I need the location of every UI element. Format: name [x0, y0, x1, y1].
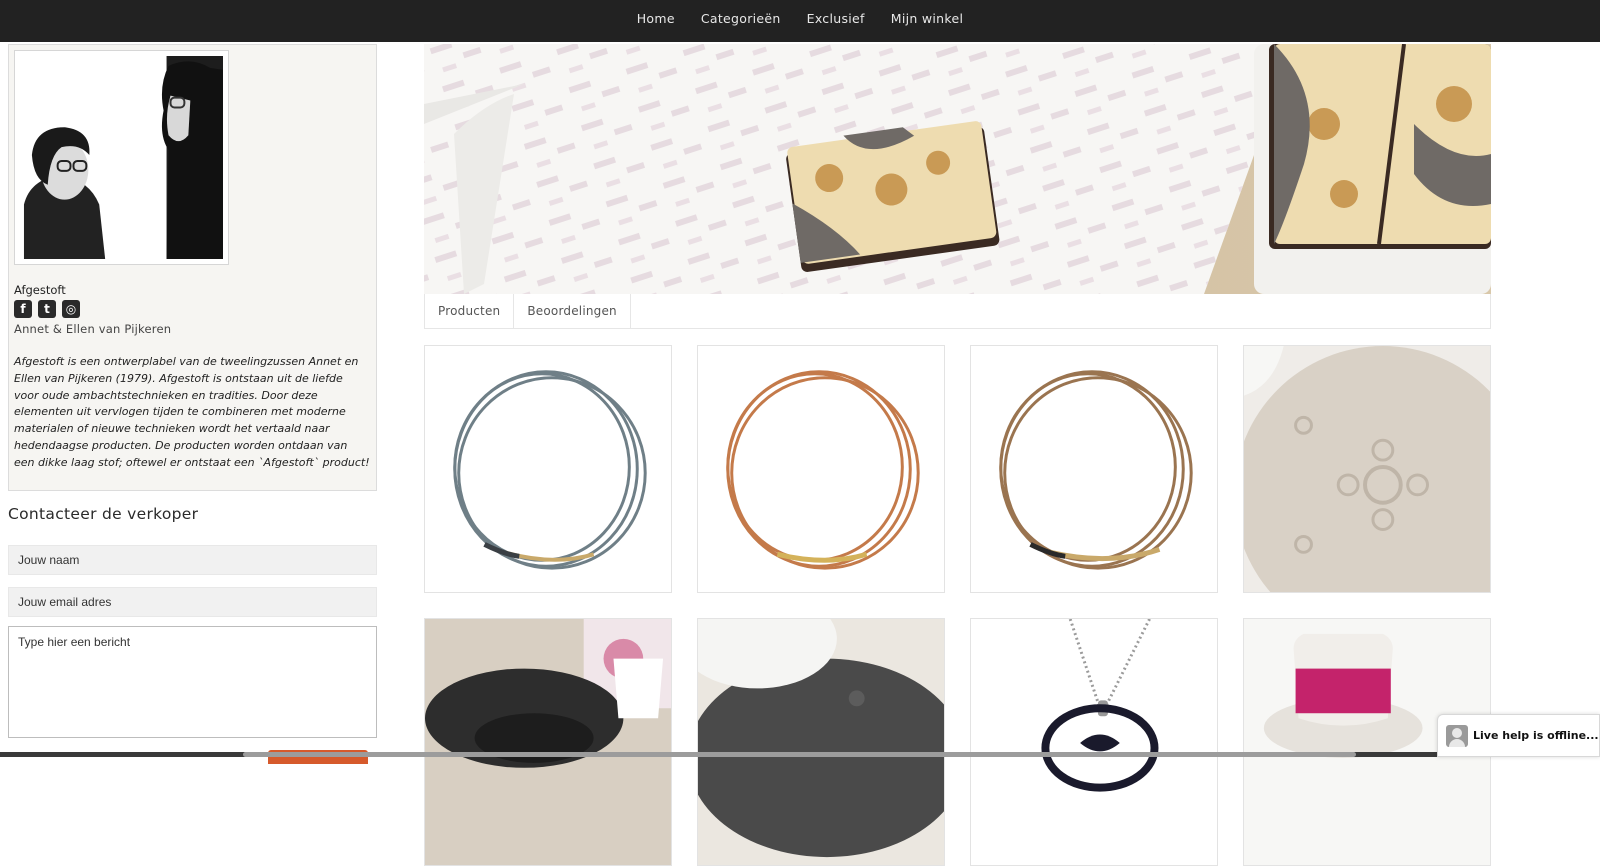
product-card[interactable] [697, 618, 945, 866]
seller-bio: Afgestoft is een ontwerplabel van de twe… [14, 355, 370, 469]
nav-home[interactable]: Home [637, 11, 675, 26]
shop-tabs: Producten Beoordelingen [424, 294, 1491, 329]
product-card[interactable] [424, 345, 672, 593]
product-card[interactable] [970, 345, 1218, 593]
product-card[interactable] [970, 618, 1218, 866]
user-icon [1446, 724, 1468, 747]
message-field[interactable]: Type hier een bericht [8, 626, 377, 738]
shop-banner [424, 44, 1491, 294]
tab-products[interactable]: Producten [425, 294, 515, 328]
social-links: f t ◎ [14, 300, 80, 318]
product-card[interactable] [424, 618, 672, 866]
name-field[interactable]: Jouw naam [8, 545, 377, 575]
horizontal-scrollbar-thumb[interactable] [243, 752, 1356, 757]
contact-title: Contacteer de verkoper [8, 505, 199, 523]
top-navigation: Home Categorieën Exclusief Mijn winkel [0, 0, 1600, 42]
facebook-icon[interactable]: f [14, 300, 32, 318]
seller-photo [14, 50, 229, 265]
owner-names: Annet & Ellen van Pijkeren [14, 322, 172, 336]
instagram-icon[interactable]: ◎ [62, 300, 80, 318]
shop-name[interactable]: Afgestoft [14, 283, 66, 297]
product-card[interactable] [1243, 345, 1491, 593]
live-help-label: Live help is offline... [1473, 729, 1599, 742]
tab-reviews[interactable]: Beoordelingen [514, 294, 631, 328]
nav-my-shop[interactable]: Mijn winkel [891, 11, 964, 26]
twitter-icon[interactable]: t [38, 300, 56, 318]
nav-categories[interactable]: Categorieën [701, 11, 781, 26]
email-field[interactable]: Jouw email adres [8, 587, 377, 617]
nav-exclusive[interactable]: Exclusief [807, 11, 865, 26]
live-help-widget[interactable]: Live help is offline... [1437, 714, 1600, 757]
seller-profile: Afgestoft f t ◎ Annet & Ellen van Pijker… [8, 44, 377, 491]
product-card[interactable] [697, 345, 945, 593]
